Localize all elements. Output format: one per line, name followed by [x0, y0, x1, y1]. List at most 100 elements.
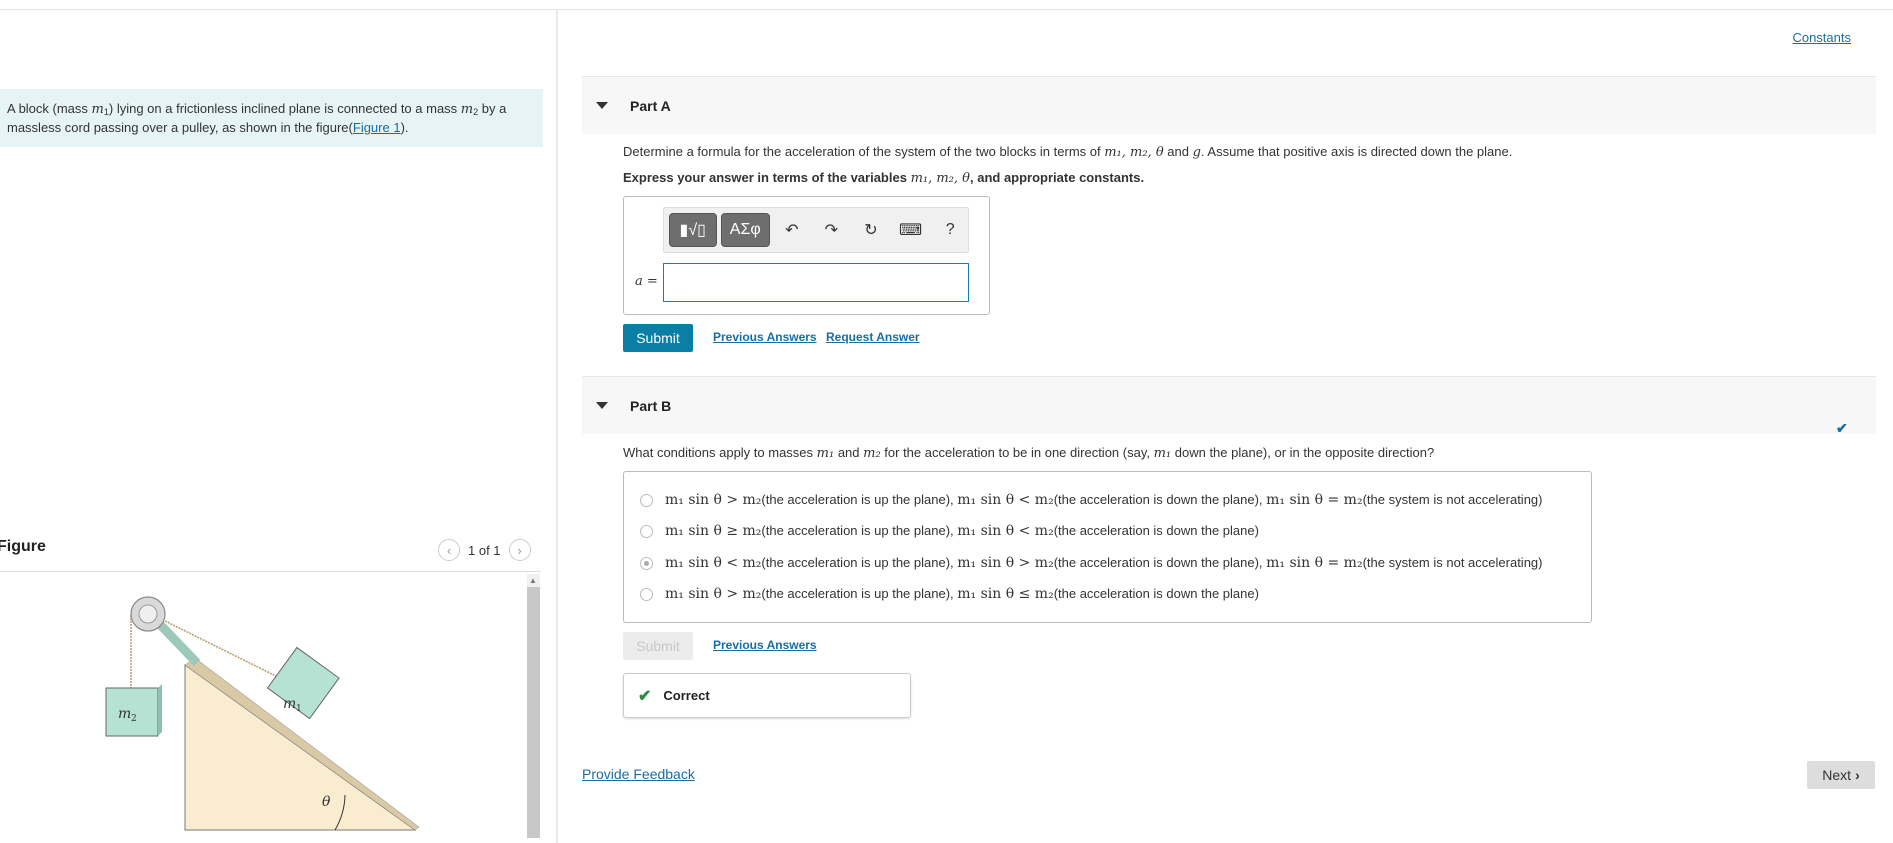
block-m2-sublabel: 2 [131, 714, 137, 724]
next-button[interactable]: Next › [1807, 761, 1875, 789]
part-a-question-and: and [1163, 144, 1193, 159]
check-icon: ✔ [638, 687, 652, 705]
option-3[interactable]: m₁ sin θ < m₂(the acceleration is up the… [640, 555, 1542, 571]
block-m2-label: m [118, 706, 131, 722]
answer-label: a = [635, 274, 658, 289]
radio-button[interactable] [640, 556, 653, 570]
m1-var: m [91, 102, 104, 117]
pulley-hub [138, 604, 158, 624]
option-4[interactable]: m₁ sin θ > m₂(the acceleration is up the… [640, 586, 1259, 602]
next-label: Next [1822, 767, 1852, 783]
check-icon: ✔ [1836, 420, 1848, 436]
option-math: m₁ sin θ < m₂ [957, 492, 1054, 508]
part-a-question-post: . Assume that positive axis is directed … [1200, 144, 1513, 159]
top-border [0, 9, 1893, 10]
provide-feedback-link[interactable]: Provide Feedback [582, 766, 695, 782]
option-text: m₁ sin θ ≥ m₂(the acceleration is up the… [665, 523, 1259, 539]
part-b-header[interactable]: Part B [582, 376, 1876, 434]
chevron-right-icon[interactable]: › [508, 539, 531, 561]
correct-feedback: ✔ Correct [623, 673, 911, 718]
keyboard-icon[interactable]: ⌨ [893, 213, 929, 247]
part-b-title: Part B [630, 397, 672, 414]
option-math: m₁ sin θ = m₂ [1266, 555, 1363, 571]
figure-1-link[interactable]: Figure 1 [353, 120, 401, 135]
problem-intro: A block (mass m1) lying on a frictionles… [0, 89, 543, 147]
option-math: m₁ sin θ > m₂ [665, 492, 762, 508]
scroll-up-icon[interactable]: ▲ [529, 576, 537, 585]
part-a-question: Determine a formula for the acceleration… [623, 144, 1512, 160]
figure-pager: ‹ 1 of 1 › [438, 539, 531, 561]
option-text: m₁ sin θ > m₂(the acceleration is up the… [665, 586, 1259, 602]
figure-divider [0, 571, 541, 572]
request-answer-link[interactable]: Request Answer [826, 330, 920, 344]
undo-icon[interactable]: ↶ [774, 213, 810, 247]
panel-divider [556, 9, 558, 843]
part-b-question-m1b: m₁ [1153, 446, 1172, 461]
part-b-question-pre: What conditions apply to masses [623, 445, 817, 460]
option-2[interactable]: m₁ sin θ ≥ m₂(the acceleration is up the… [640, 523, 1259, 539]
part-b-question-m2: m₂ [863, 446, 881, 461]
part-a-instruction: Express your answer in terms of the vari… [623, 170, 1144, 186]
cord-incline [148, 612, 295, 686]
block-m2-side [158, 684, 162, 736]
radio-button[interactable] [640, 587, 653, 601]
correct-label: Correct [663, 688, 710, 703]
reset-icon[interactable]: ↻ [853, 213, 889, 247]
block-m1-group [266, 646, 340, 720]
symbols-button[interactable]: ΑΣφ [720, 213, 770, 247]
answer-input[interactable] [663, 263, 969, 302]
option-desc: (the acceleration is up the plane), [761, 586, 958, 601]
option-1[interactable]: m₁ sin θ > m₂(the acceleration is up the… [640, 492, 1542, 508]
part-b-question: What conditions apply to masses m₁ and m… [623, 445, 1434, 461]
intro-text: A block (mass [7, 101, 92, 116]
radio-button[interactable] [640, 493, 653, 507]
option-math: m₁ sin θ < m₂ [665, 555, 762, 571]
caret-down-icon[interactable] [596, 402, 608, 409]
intro-text-end: ). [400, 120, 409, 135]
figure-title: Figure [0, 538, 46, 555]
part-a-header[interactable]: Part A [582, 76, 1876, 134]
radio-button[interactable] [640, 524, 653, 538]
template-icon[interactable]: ▮√▯ [669, 213, 717, 247]
part-a-question-g: g [1192, 145, 1201, 160]
intro-text-mid: ) lying on a frictionless inclined plane… [108, 101, 461, 116]
option-math: m₁ sin θ = m₂ [1266, 492, 1363, 508]
incline-figure: θ m 2 m 1 [105, 596, 420, 831]
part-b-previous-answers-link[interactable]: Previous Answers [713, 638, 817, 652]
part-b-question-mid: for the acceleration to be in one direct… [880, 445, 1154, 460]
option-desc: (the acceleration is up the plane), [761, 523, 958, 538]
m2-var: m [460, 102, 474, 117]
option-desc: (the acceleration is down the plane), [1053, 492, 1267, 507]
chevron-left-icon[interactable]: ‹ [438, 539, 460, 561]
part-a-submit-button[interactable]: Submit [623, 324, 693, 352]
theta-label: θ [322, 794, 331, 810]
pager-text: 1 of 1 [468, 542, 501, 558]
part-a-previous-answers-link[interactable]: Previous Answers [713, 330, 817, 344]
option-math: m₁ sin θ < m₂ [957, 523, 1054, 539]
part-a-title: Part A [630, 97, 671, 114]
caret-down-icon[interactable] [596, 102, 608, 109]
option-math: m₁ sin θ ≤ m₂ [957, 586, 1054, 602]
option-desc: (the system is not accelerating) [1362, 555, 1543, 570]
option-text: m₁ sin θ > m₂(the acceleration is up the… [665, 492, 1542, 508]
block-m1 [266, 646, 340, 720]
part-b-question-m1: m₁ [816, 446, 835, 461]
part-a-instruction-vars: m₁, m₂, θ [910, 171, 970, 186]
chevron-right-icon: › [1855, 767, 1860, 783]
help-button[interactable]: ? [932, 213, 968, 247]
option-math: m₁ sin θ ≥ m₂ [665, 523, 762, 539]
option-math: m₁ sin θ > m₂ [665, 586, 762, 602]
block-m2 [105, 687, 159, 737]
option-desc: (the acceleration is down the plane) [1053, 523, 1259, 538]
option-desc: (the acceleration is down the plane) [1053, 586, 1259, 601]
option-text: m₁ sin θ < m₂(the acceleration is up the… [665, 555, 1542, 571]
figure-scrollbar-thumb[interactable] [527, 587, 540, 838]
block-m1-sublabel: 1 [296, 704, 302, 714]
part-a-question-vars: m₁, m₂, θ [1104, 145, 1164, 160]
part-b-submit-button[interactable]: Submit [623, 632, 693, 660]
redo-icon[interactable]: ↷ [814, 213, 850, 247]
block-m1-label: m [283, 696, 296, 712]
option-desc: (the acceleration is up the plane), [761, 492, 958, 507]
option-math: m₁ sin θ > m₂ [957, 555, 1054, 571]
constants-link[interactable]: Constants [1792, 30, 1851, 45]
